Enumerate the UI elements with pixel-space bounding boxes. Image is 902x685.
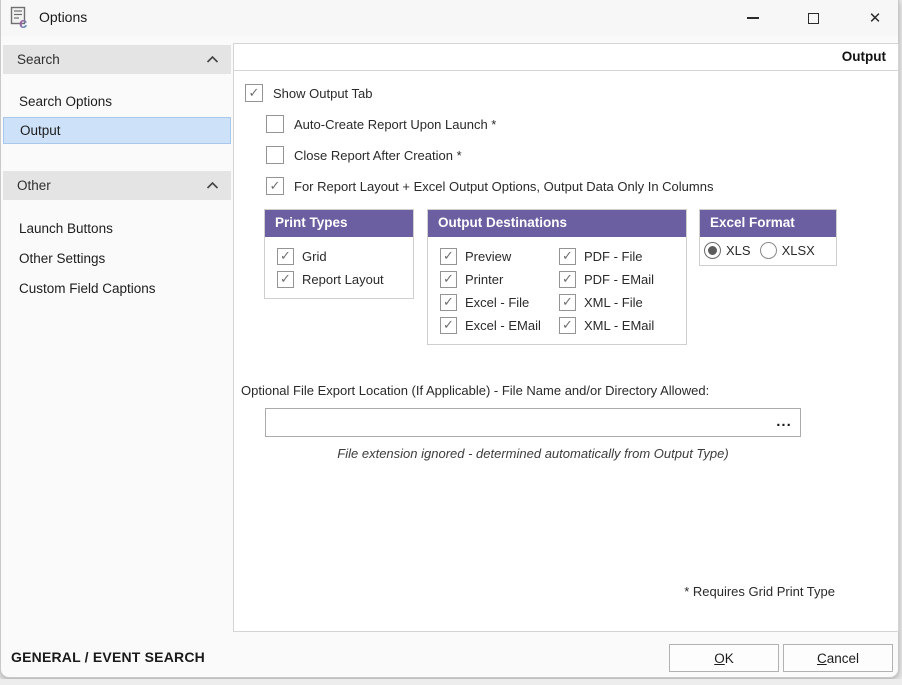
- chevron-up-icon: [206, 181, 219, 190]
- checkbox-label: XML - File: [584, 295, 643, 310]
- sidebar-item-label: Launch Buttons: [19, 221, 113, 236]
- chevron-up-icon: [206, 55, 219, 64]
- excel-format-xls-option[interactable]: XLS: [704, 242, 751, 259]
- checkbox[interactable]: [440, 248, 457, 265]
- dest-pdf-email-option[interactable]: PDF - EMail: [559, 269, 678, 289]
- checkbox[interactable]: [245, 84, 263, 102]
- checkbox[interactable]: [559, 294, 576, 311]
- export-location-field: ...: [265, 408, 801, 437]
- show-output-tab-option[interactable]: Show Output Tab: [245, 83, 373, 103]
- dest-excel-email-option[interactable]: Excel - EMail: [440, 315, 559, 335]
- sidebar-item-label: Other Settings: [19, 251, 105, 266]
- title-bar: c Options ✕: [1, 0, 898, 36]
- print-type-grid-option[interactable]: Grid: [277, 246, 405, 266]
- checkbox[interactable]: [266, 146, 284, 164]
- checkbox-label: Preview: [465, 249, 511, 264]
- browse-button[interactable]: ...: [773, 412, 795, 432]
- options-dialog: c Options ✕ Search Search Options Output…: [0, 0, 899, 678]
- auto-create-report-option[interactable]: Auto-Create Report Upon Launch *: [266, 114, 496, 134]
- ok-button-label: OK: [714, 651, 734, 666]
- dest-excel-file-option[interactable]: Excel - File: [440, 292, 559, 312]
- maximize-icon: [808, 13, 819, 24]
- checkbox[interactable]: [266, 115, 284, 133]
- checkbox-label: XML - EMail: [584, 318, 654, 333]
- close-report-after-creation-option[interactable]: Close Report After Creation *: [266, 145, 462, 165]
- section-label: Other: [17, 178, 51, 193]
- dest-xml-email-option[interactable]: XML - EMail: [559, 315, 678, 335]
- sidebar-item-label: Search Options: [19, 94, 112, 109]
- grid-print-type-footnote: * Requires Grid Print Type: [684, 584, 835, 599]
- sidebar-item-custom-field-captions[interactable]: Custom Field Captions: [3, 275, 231, 301]
- sidebar-item-label: Output: [20, 123, 61, 138]
- dest-xml-file-option[interactable]: XML - File: [559, 292, 678, 312]
- close-button[interactable]: ✕: [853, 2, 897, 34]
- group-title: Print Types: [265, 210, 413, 237]
- checkbox-label: For Report Layout + Excel Output Options…: [294, 179, 713, 194]
- checkbox[interactable]: [277, 248, 294, 265]
- radio-label: XLSX: [782, 243, 815, 258]
- sidebar-section-search[interactable]: Search: [3, 45, 231, 74]
- radio-button[interactable]: [760, 242, 777, 259]
- dest-pdf-file-option[interactable]: PDF - File: [559, 246, 678, 266]
- group-title: Excel Format: [700, 210, 836, 237]
- checkbox-label: Printer: [465, 272, 503, 287]
- checkbox-label: Excel - File: [465, 295, 529, 310]
- checkbox[interactable]: [277, 271, 294, 288]
- checkbox-label: Excel - EMail: [465, 318, 541, 333]
- background-window-strip: [0, 679, 902, 685]
- checkbox-label: Show Output Tab: [273, 86, 373, 101]
- ok-button[interactable]: OK: [669, 644, 779, 672]
- section-label: Search: [17, 52, 60, 67]
- sidebar-item-label: Custom Field Captions: [19, 281, 156, 296]
- print-type-report-layout-option[interactable]: Report Layout: [277, 269, 405, 289]
- minimize-button[interactable]: [731, 2, 775, 34]
- cancel-button[interactable]: Cancel: [783, 644, 893, 672]
- checkbox[interactable]: [266, 177, 284, 195]
- sidebar-item-search-options[interactable]: Search Options: [3, 88, 231, 114]
- output-destinations-group: Output Destinations Preview Printer Exce…: [427, 209, 687, 345]
- checkbox-label: PDF - EMail: [584, 272, 654, 287]
- output-settings-panel: Output Show Output Tab Auto-Create Repor…: [233, 43, 899, 632]
- dest-printer-option[interactable]: Printer: [440, 269, 559, 289]
- checkbox[interactable]: [440, 317, 457, 334]
- status-label: GENERAL / EVENT SEARCH: [11, 649, 205, 665]
- sidebar-item-output[interactable]: Output: [3, 117, 231, 144]
- file-extension-note: File extension ignored - determined auto…: [265, 446, 801, 461]
- checkbox-label: Close Report After Creation *: [294, 148, 462, 163]
- checkbox[interactable]: [559, 317, 576, 334]
- checkbox[interactable]: [440, 271, 457, 288]
- sidebar-item-other-settings[interactable]: Other Settings: [3, 245, 231, 271]
- screen: { "window": { "title": "Options" }, "sid…: [0, 0, 902, 685]
- maximize-button[interactable]: [791, 2, 835, 34]
- svg-text:c: c: [19, 15, 27, 30]
- sidebar-item-launch-buttons[interactable]: Launch Buttons: [3, 215, 231, 241]
- checkbox[interactable]: [559, 271, 576, 288]
- export-location-label: Optional File Export Location (If Applic…: [241, 383, 709, 398]
- app-report-icon: c: [10, 6, 36, 30]
- minimize-icon: [747, 17, 759, 19]
- radio-button[interactable]: [704, 242, 721, 259]
- panel-title: Output: [234, 44, 898, 71]
- checkbox[interactable]: [559, 248, 576, 265]
- radio-label: XLS: [726, 243, 751, 258]
- sidebar-section-other[interactable]: Other: [3, 171, 231, 200]
- output-data-in-columns-option[interactable]: For Report Layout + Excel Output Options…: [266, 176, 713, 196]
- checkbox-label: Grid: [302, 249, 327, 264]
- checkbox-label: PDF - File: [584, 249, 643, 264]
- excel-format-group: Excel Format XLS XLSX: [699, 209, 837, 266]
- print-types-group: Print Types Grid Report Layout: [264, 209, 414, 299]
- group-title: Output Destinations: [428, 210, 686, 237]
- checkbox[interactable]: [440, 294, 457, 311]
- checkbox-label: Report Layout: [302, 272, 384, 287]
- export-location-input[interactable]: [265, 408, 801, 437]
- checkbox-label: Auto-Create Report Upon Launch *: [294, 117, 496, 132]
- excel-format-xlsx-option[interactable]: XLSX: [760, 242, 815, 259]
- close-icon: ✕: [869, 11, 882, 26]
- dest-preview-option[interactable]: Preview: [440, 246, 559, 266]
- cancel-button-label: Cancel: [817, 651, 859, 666]
- window-title: Options: [39, 9, 87, 25]
